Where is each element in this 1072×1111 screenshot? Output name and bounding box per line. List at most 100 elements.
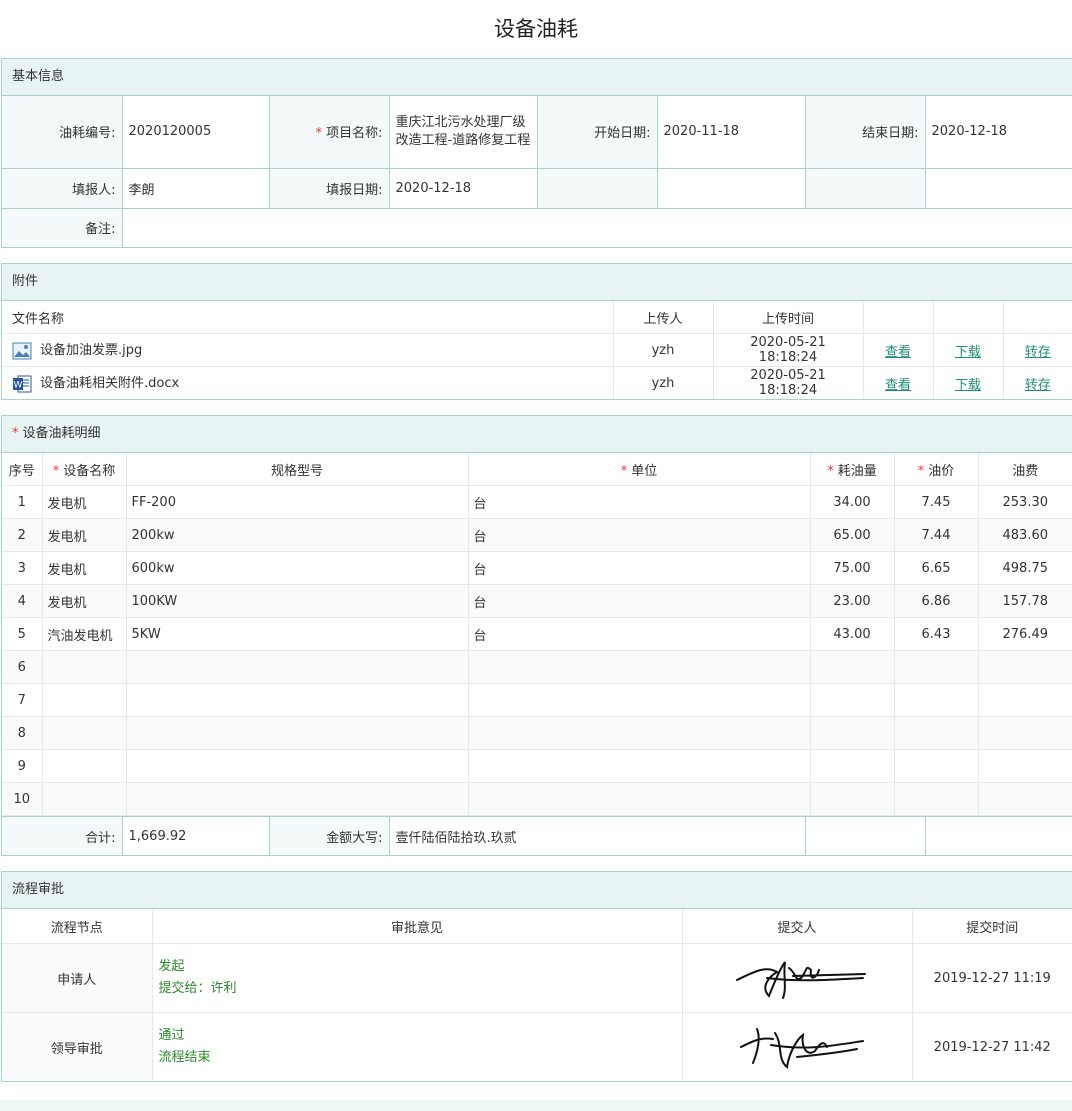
col-filename: 文件名称 xyxy=(2,301,614,334)
unit: 台 xyxy=(468,617,811,651)
detail-table: 序号 * 设备名称 规格型号 * 单位 * 耗油量 * 油价 油费 1 发电机 FF-200… xyxy=(2,453,1072,816)
spec-model xyxy=(126,650,469,684)
fuel-qty xyxy=(810,683,895,717)
fuel-price xyxy=(894,716,979,750)
view-link[interactable]: 查看 xyxy=(885,345,911,360)
attachment-row: 设备加油发票.jpg yzh 2020-05-21 18:18:24 查看 下载… xyxy=(2,333,1072,367)
attachments-section: 附件 文件名称 上传人 上传时间 设备加油发票.jpg yzh 2020-05-… xyxy=(1,263,1072,400)
flow-node: 领导审批 xyxy=(2,1012,153,1081)
col-submitter: 提交人 xyxy=(682,909,913,944)
row-index: 6 xyxy=(2,650,43,684)
spec-model: 5KW xyxy=(126,617,469,651)
fuel-qty: 34.00 xyxy=(810,485,895,519)
download-link[interactable]: 下载 xyxy=(955,378,981,393)
report-date-value: 2020-12-18 xyxy=(389,168,538,209)
fuel-qty xyxy=(810,749,895,783)
unit xyxy=(468,650,811,684)
col-index: 序号 xyxy=(2,453,43,486)
image-file-icon xyxy=(12,341,32,361)
signature-image xyxy=(740,1028,864,1069)
fuel-price xyxy=(894,749,979,783)
total-label: 合计: xyxy=(2,816,123,855)
flow-row: 申请人 发起 提交给：许利 2019-12-27 11:19 xyxy=(2,943,1072,1013)
footer-band xyxy=(0,1100,1072,1111)
device-name xyxy=(42,716,127,750)
unit: 台 xyxy=(468,584,811,618)
fuel-qty xyxy=(810,716,895,750)
unit xyxy=(468,716,811,750)
col-spec: 规格型号 xyxy=(126,453,469,486)
detail-row: 6 xyxy=(2,650,1072,684)
fuel-fee: 498.75 xyxy=(978,551,1072,585)
fuel-fee xyxy=(978,716,1072,750)
fuel-qty xyxy=(810,782,895,816)
spec-model: 200kw xyxy=(126,518,469,552)
row-index: 10 xyxy=(2,782,43,816)
transfer-link[interactable]: 转存 xyxy=(1025,345,1051,360)
fuel-price: 6.43 xyxy=(894,617,979,651)
code-value: 2020120005 xyxy=(122,96,270,169)
spec-model xyxy=(126,683,469,717)
device-name xyxy=(42,683,127,717)
unit xyxy=(468,749,811,783)
remark-label: 备注: xyxy=(2,208,123,247)
download-link[interactable]: 下载 xyxy=(955,345,981,360)
start-date-value: 2020-11-18 xyxy=(657,96,806,169)
fuel-price: 7.45 xyxy=(894,485,979,519)
device-name: 汽油发电机 xyxy=(42,617,127,651)
flow-table: 流程节点 审批意见 提交人 提交时间 申请人 发起 提交给：许利 2019-12… xyxy=(2,909,1072,1081)
detail-row: 5 汽油发电机 5KW 台 43.00 6.43 276.49 xyxy=(2,617,1072,651)
device-name xyxy=(42,650,127,684)
unit: 台 xyxy=(468,518,811,552)
fuel-qty: 75.00 xyxy=(810,551,895,585)
svg-text:W: W xyxy=(14,380,23,390)
attachments-table: 文件名称 上传人 上传时间 设备加油发票.jpg yzh 2020-05-21 … xyxy=(2,301,1072,399)
flow-opinion-detail: 提交给：许利 xyxy=(158,981,237,996)
col-uploader: 上传人 xyxy=(613,301,714,334)
fuel-fee xyxy=(978,782,1072,816)
detail-row: 4 发电机 100KW 台 23.00 6.86 157.78 xyxy=(2,584,1072,618)
device-name xyxy=(42,749,127,783)
col-fuel-fee: 油费 xyxy=(978,453,1072,486)
transfer-link[interactable]: 转存 xyxy=(1025,378,1051,393)
view-link[interactable]: 查看 xyxy=(885,378,911,393)
project-value: 重庆江北污水处理厂级改造工程-道路修复工程 xyxy=(389,96,538,169)
page-title: 设备油耗 xyxy=(494,17,578,41)
fuel-fee xyxy=(978,683,1072,717)
fuel-fee xyxy=(978,650,1072,684)
required-mark: * xyxy=(315,126,323,142)
fuel-price: 6.86 xyxy=(894,584,979,618)
fuel-fee: 253.30 xyxy=(978,485,1072,519)
start-date-label: 开始日期: xyxy=(537,96,658,169)
end-date-value: 2020-12-18 xyxy=(925,96,1072,169)
fuel-fee: 276.49 xyxy=(978,617,1072,651)
col-upload-time: 上传时间 xyxy=(713,301,864,334)
device-name: 发电机 xyxy=(42,518,127,552)
capital-label: 金额大写: xyxy=(269,816,390,855)
summary-table: 合计: 1,669.92 金额大写: 壹仟陆佰陆拾玖.玖贰 xyxy=(2,816,1072,855)
unit xyxy=(468,683,811,717)
row-index: 3 xyxy=(2,551,43,585)
fuel-qty xyxy=(810,650,895,684)
fuel-fee xyxy=(978,749,1072,783)
unit: 台 xyxy=(468,551,811,585)
file-name[interactable]: 设备加油发票.jpg xyxy=(40,343,142,358)
reporter-value: 李朗 xyxy=(122,168,270,209)
col-fuel-price: 油价 xyxy=(928,463,955,479)
detail-row: 7 xyxy=(2,683,1072,717)
end-date-label: 结束日期: xyxy=(805,96,926,169)
col-fuel-qty: 耗油量 xyxy=(837,463,877,479)
file-uploader: yzh xyxy=(613,366,714,399)
flow-opinion: 通过 xyxy=(158,1028,185,1043)
flow-time: 2019-12-27 11:19 xyxy=(912,943,1072,1013)
row-index: 2 xyxy=(2,518,43,552)
spec-model: FF-200 xyxy=(126,485,469,519)
file-name[interactable]: 设备油耗相关附件.docx xyxy=(40,376,179,391)
flow-row: 领导审批 通过 流程结束 2019-12-27 11:42 xyxy=(2,1012,1072,1081)
fuel-price: 6.65 xyxy=(894,551,979,585)
flow-opinion: 发起 xyxy=(158,959,185,974)
required-mark: * xyxy=(12,426,19,441)
file-time: 2020-05-21 18:18:24 xyxy=(713,366,864,399)
total-value: 1,669.92 xyxy=(122,816,270,855)
fuel-fee: 483.60 xyxy=(978,518,1072,552)
